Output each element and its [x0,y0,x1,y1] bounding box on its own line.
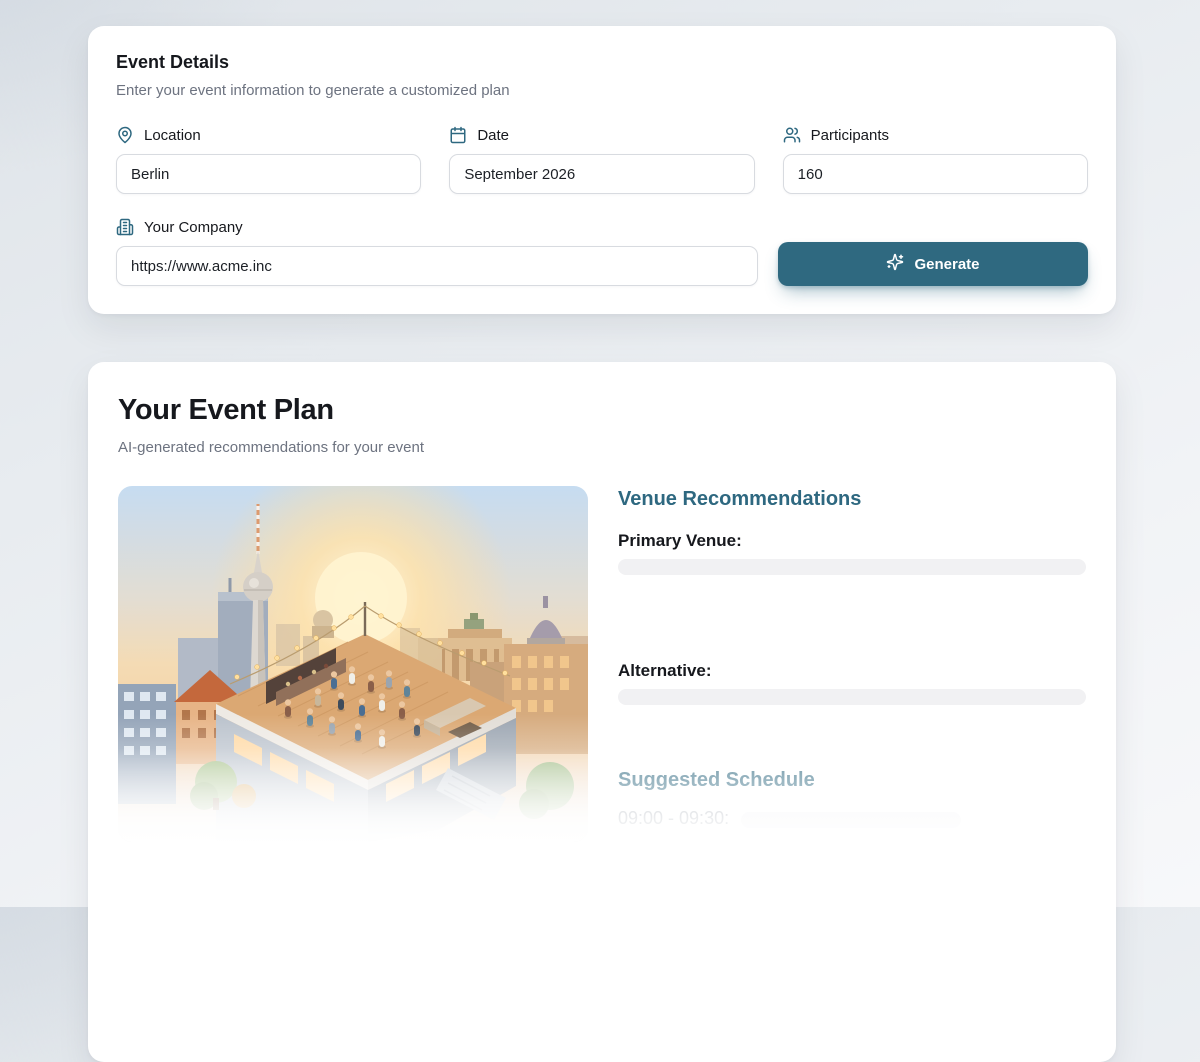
sparkles-icon [886,253,904,275]
schedule-slot-time: 09:00 - 09:30: [618,808,729,829]
date-label: Date [449,126,754,144]
company-label-text: Your Company [144,219,243,236]
company-row: Your Company Generate [116,218,1088,286]
location-input[interactable] [116,154,421,194]
primary-venue-label: Primary Venue: [618,531,1086,551]
venue-recommendations-heading: Venue Recommendations [618,488,1086,511]
generate-button[interactable]: Generate [778,242,1088,286]
recommendations-column: Venue Recommendations Primary Venue: Alt… [618,486,1086,842]
location-label-text: Location [144,127,201,144]
schedule-slot-skeleton [741,812,961,828]
location-field-group: Location [116,126,421,194]
generate-button-label: Generate [914,256,979,273]
alternative-venue-label: Alternative: [618,661,1086,681]
event-plan-card: Your Event Plan AI-generated recommendat… [88,362,1116,1062]
event-details-subtitle: Enter your event information to generate… [116,82,1088,99]
users-icon [783,126,801,144]
date-input[interactable] [449,154,754,194]
event-plan-body: Venue Recommendations Primary Venue: Alt… [118,486,1086,842]
company-input[interactable] [116,246,758,286]
berlin-rooftop-party-illustration [118,486,588,842]
participants-field-group: Participants [783,126,1088,194]
company-field-group: Your Company [116,218,758,286]
building-icon [116,218,134,236]
primary-venue-skeleton [618,559,1086,575]
participants-label-text: Participants [811,127,889,144]
schedule-slot-row: 09:00 - 09:30: [618,808,1086,829]
event-plan-title: Your Event Plan [118,394,1086,427]
event-details-card: Event Details Enter your event informati… [88,26,1116,314]
participants-label: Participants [783,126,1088,144]
date-field-group: Date [449,126,754,194]
suggested-schedule-heading: Suggested Schedule [618,769,1086,792]
event-fields-row: Location Date Participants [116,126,1088,194]
participants-input[interactable] [783,154,1088,194]
event-details-title: Event Details [116,52,1088,73]
company-label: Your Company [116,218,758,236]
event-plan-subtitle: AI-generated recommendations for your ev… [118,439,1086,456]
calendar-icon [449,126,467,144]
location-label: Location [116,126,421,144]
alternative-venue-skeleton [618,689,1086,705]
map-pin-icon [116,126,134,144]
date-label-text: Date [477,127,509,144]
